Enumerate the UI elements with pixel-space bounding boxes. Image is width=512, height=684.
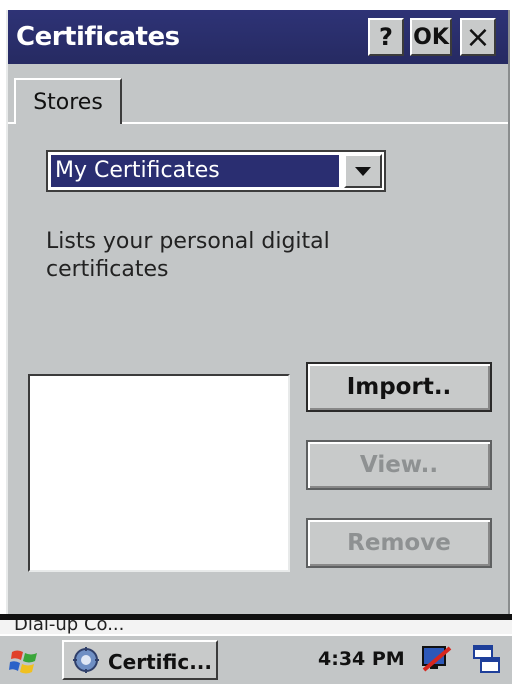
help-icon: ? [379, 23, 393, 51]
view-button-label: View.. [359, 452, 439, 478]
store-description: Lists your personal digital certificates [46, 229, 330, 282]
ok-button[interactable]: OK [410, 18, 452, 56]
network-icon[interactable] [420, 644, 454, 674]
device-screen: Certificates ? OK × Stores My Certificat… [0, 0, 512, 684]
background-window-peek: Dial-up Co... [0, 620, 512, 634]
dropdown-arrow-icon [355, 166, 371, 176]
windows-icon[interactable] [472, 644, 502, 676]
background-window-title: Dial-up Co... [14, 620, 125, 634]
certificate-list[interactable] [28, 374, 290, 572]
title-bar: Certificates ? OK × [8, 10, 508, 64]
view-button[interactable]: View.. [306, 440, 492, 490]
store-dropdown-value: My Certificates [51, 155, 339, 187]
taskbar: Certific... 4:34 PM [0, 634, 512, 684]
dropdown-arrow-button[interactable] [344, 154, 382, 188]
import-button[interactable]: Import.. [306, 362, 492, 412]
import-button-label: Import.. [346, 374, 452, 400]
tab-stores-label: Stores [33, 89, 103, 115]
remove-button-label: Remove [347, 530, 451, 556]
start-logo-icon[interactable] [8, 644, 42, 678]
remove-button[interactable]: Remove [306, 518, 492, 568]
task-certificates[interactable]: Certific... [62, 640, 218, 680]
window-title: Certificates [16, 22, 180, 52]
store-dropdown[interactable]: My Certificates [46, 150, 386, 192]
certificates-window: Certificates ? OK × Stores My Certificat… [6, 10, 510, 614]
ok-button-label: OK [413, 24, 449, 50]
task-certificates-label: Certific... [108, 650, 212, 674]
help-button[interactable]: ? [368, 18, 404, 56]
close-button[interactable]: × [460, 18, 496, 56]
clock: 4:34 PM [318, 648, 405, 670]
close-icon: × [465, 19, 491, 55]
certificate-task-icon [73, 647, 99, 673]
tab-stores[interactable]: Stores [14, 78, 122, 124]
